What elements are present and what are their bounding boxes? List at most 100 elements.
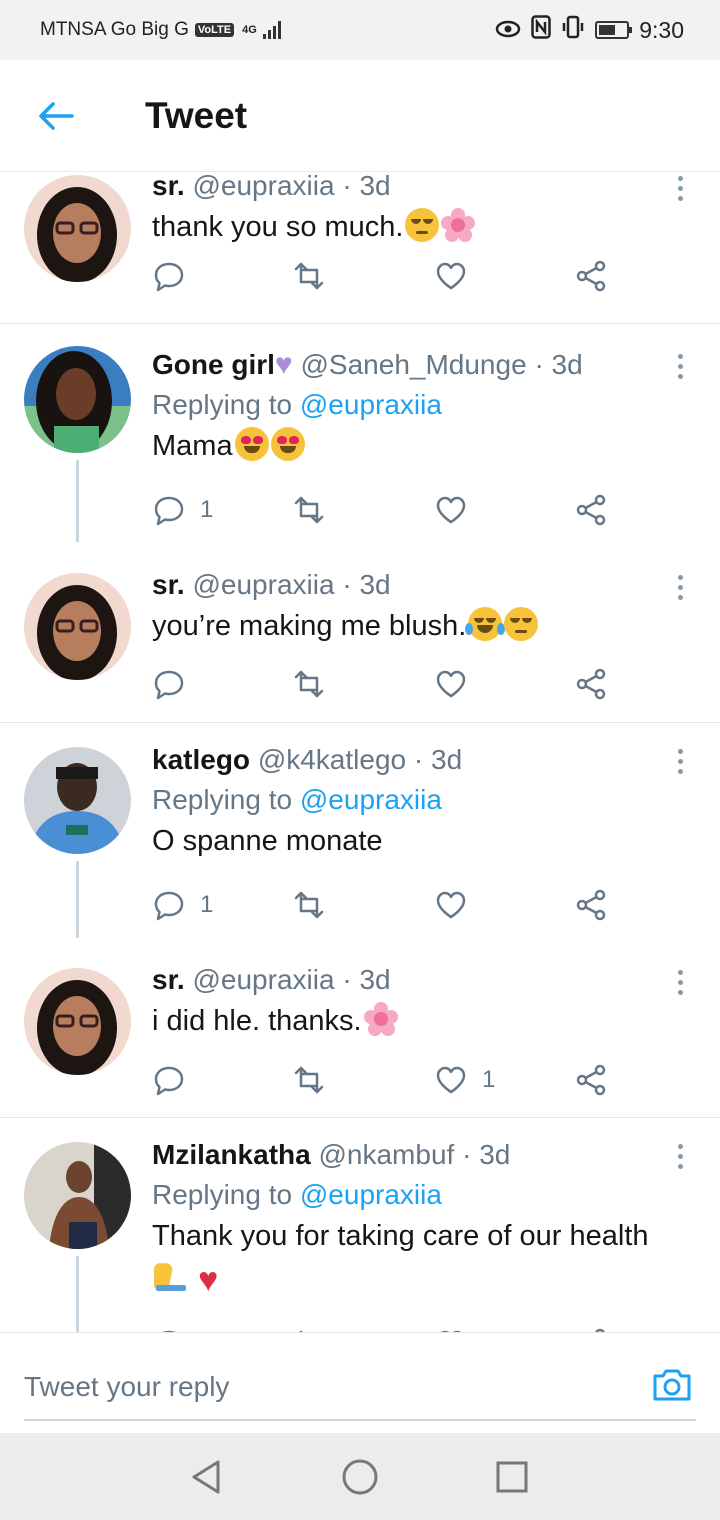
tweet-time: 3d <box>359 569 391 600</box>
heart-icon <box>436 496 466 524</box>
share-icon <box>576 668 606 700</box>
reply-composer <box>0 1332 720 1433</box>
reply-timeline: sr. @eupraxiia · 3d thank you so much. G… <box>0 172 720 1332</box>
reply-icon <box>154 496 184 526</box>
replying-to-link[interactable]: @eupraxiia <box>300 784 442 815</box>
tweet-text-content: Mama <box>152 430 233 462</box>
signal-icon <box>262 21 281 39</box>
like-button[interactable]: 1 <box>434 1060 495 1100</box>
more-options-button[interactable] <box>670 962 690 1002</box>
retweet-button[interactable] <box>292 1324 326 1332</box>
display-name[interactable]: Gone girl <box>152 349 275 380</box>
share-button[interactable] <box>574 1060 608 1100</box>
retweet-icon <box>294 670 324 698</box>
avatar[interactable] <box>24 175 131 282</box>
tweet[interactable]: sr. @eupraxiia · 3d thank you so much. <box>0 172 720 324</box>
tweet[interactable]: Mzilankatha @nkambuf · 3d Replying to @e… <box>0 1118 720 1332</box>
retweet-button[interactable] <box>292 664 326 704</box>
user-handle[interactable]: @nkambuf <box>318 1139 454 1170</box>
display-name[interactable]: sr. <box>152 569 185 600</box>
share-button[interactable] <box>574 1324 608 1332</box>
tweet-text-content: Thank you for taking care of our health <box>152 1220 649 1252</box>
display-name[interactable]: sr. <box>152 172 185 201</box>
share-icon <box>576 260 606 292</box>
like-button[interactable] <box>434 885 482 925</box>
reply-input[interactable] <box>24 1363 524 1411</box>
tweet-time: 3d <box>359 964 391 995</box>
rolling-eyes-emoji-icon <box>504 607 539 641</box>
reply-count: 1 <box>200 496 214 523</box>
camera-icon <box>653 1369 691 1401</box>
retweet-icon <box>294 262 324 290</box>
tweet-header: Gone girl♥ @Saneh_Mdunge · 3d <box>152 348 672 382</box>
share-button[interactable] <box>574 490 608 530</box>
like-button[interactable] <box>434 490 482 530</box>
reply-button[interactable] <box>152 1060 200 1100</box>
tweet-actions: 1 <box>152 490 632 530</box>
avatar[interactable] <box>24 573 131 680</box>
like-button[interactable] <box>434 256 482 296</box>
avatar[interactable] <box>24 968 131 1075</box>
nav-home-button[interactable] <box>340 1457 380 1497</box>
retweet-button[interactable] <box>292 885 326 925</box>
display-name[interactable]: sr. <box>152 964 185 995</box>
user-handle[interactable]: @eupraxiia <box>192 569 334 600</box>
replying-to: Replying to @eupraxiia <box>152 783 672 817</box>
retweet-button[interactable] <box>292 1060 326 1100</box>
share-button[interactable] <box>574 664 608 704</box>
tweet-header: katlego @k4katlego · 3d <box>152 743 672 777</box>
more-options-button[interactable] <box>670 172 690 208</box>
more-options-button[interactable] <box>670 741 690 781</box>
tweet-text: Thank you for taking care of our health … <box>152 1216 672 1297</box>
like-button[interactable] <box>434 664 482 704</box>
tweet[interactable]: Gone girl♥ @Saneh_Mdunge · 3d Replying t… <box>0 324 720 542</box>
reply-button[interactable] <box>152 664 200 704</box>
tweet-text: O spanne monate <box>152 825 383 857</box>
tweet-actions: 1 <box>152 885 632 925</box>
tweet-time: 3d <box>431 744 463 775</box>
camera-button[interactable] <box>650 1363 694 1407</box>
user-handle[interactable]: @k4katlego <box>258 744 406 775</box>
arrow-left-icon <box>39 101 74 130</box>
tweet[interactable]: sr. @eupraxiia · 3d you’re making me blu… <box>0 542 720 723</box>
tweet-actions <box>152 256 632 296</box>
user-handle[interactable]: @eupraxiia <box>192 172 334 201</box>
more-options-button[interactable] <box>670 567 690 607</box>
back-button[interactable] <box>0 60 112 172</box>
thread-line <box>76 1256 79 1332</box>
reply-button[interactable]: 1 <box>152 490 213 530</box>
retweet-button[interactable] <box>292 490 326 530</box>
share-button[interactable] <box>574 885 608 925</box>
replying-to-link[interactable]: @eupraxiia <box>300 1179 442 1210</box>
reply-button[interactable] <box>152 256 200 296</box>
replying-to-label: Replying to <box>152 389 293 420</box>
display-name[interactable]: katlego <box>152 744 250 775</box>
user-handle[interactable]: @eupraxiia <box>192 964 334 995</box>
nav-back-button[interactable] <box>186 1457 226 1497</box>
tweet-actions: 1 <box>152 1060 632 1100</box>
more-options-button[interactable] <box>670 1136 690 1176</box>
replying-to-label: Replying to <box>152 784 293 815</box>
display-name[interactable]: Mzilankatha <box>152 1139 311 1170</box>
retweet-button[interactable] <box>292 256 326 296</box>
more-options-button[interactable] <box>670 346 690 386</box>
user-handle[interactable]: @Saneh_Mdunge <box>301 349 527 380</box>
reply-button[interactable] <box>152 1324 200 1332</box>
blossom-emoji-icon <box>441 208 476 242</box>
avatar[interactable] <box>24 346 131 453</box>
share-button[interactable] <box>574 256 608 296</box>
reply-icon <box>154 262 184 292</box>
like-count: 1 <box>482 1066 496 1093</box>
reply-button[interactable]: 1 <box>152 885 213 925</box>
replying-to-link[interactable]: @eupraxiia <box>300 389 442 420</box>
triangle-back-icon <box>192 1460 220 1494</box>
avatar[interactable] <box>24 1142 131 1249</box>
retweet-icon <box>294 891 324 919</box>
page-title: Tweet <box>145 94 248 136</box>
avatar[interactable] <box>24 747 131 854</box>
like-button[interactable] <box>434 1324 468 1332</box>
nav-recents-button[interactable] <box>492 1457 532 1497</box>
thread-line <box>76 861 79 938</box>
tweet[interactable]: katlego @k4katlego · 3d Replying to @eup… <box>0 723 720 938</box>
tweet[interactable]: sr. @eupraxiia · 3d i did hle. thanks. 1 <box>0 938 720 1118</box>
